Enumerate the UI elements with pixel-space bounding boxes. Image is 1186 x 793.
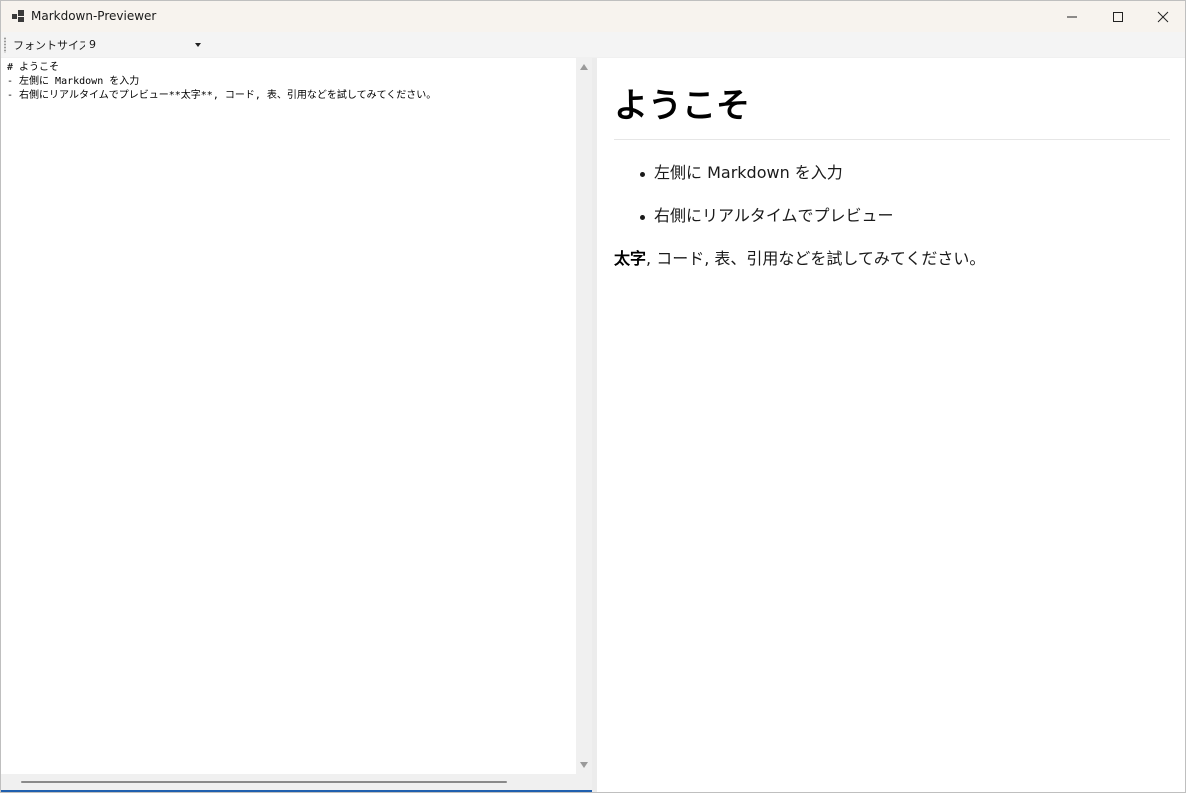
bullet-icon xyxy=(640,215,645,220)
editor-line: # ようこそ xyxy=(7,62,60,73)
maximize-icon xyxy=(1113,11,1123,22)
markdown-editor[interactable]: # ようこそ - 左側に Markdown を入力 - 右側にリアルタイムでプレ… xyxy=(1,58,592,792)
preview-heading: ようこそ xyxy=(614,86,750,126)
bold-text: 太字 xyxy=(614,249,647,268)
list-item-text: 左側に Markdown を入力 xyxy=(654,163,843,182)
minimize-icon xyxy=(1067,16,1077,17)
close-button[interactable] xyxy=(1140,1,1185,32)
preview-paragraph: 太字, コード, 表、引用などを試してみてください。 xyxy=(614,248,985,270)
editor-line: - 右側にリアルタイムでプレビュー**太字**, コード, 表、引用などを試して… xyxy=(7,90,437,101)
font-size-value: 9 xyxy=(89,38,96,51)
toolbar: フォントサイズ: 9 xyxy=(1,32,1185,57)
close-icon xyxy=(1157,11,1169,22)
title-bar[interactable]: Markdown-Previewer xyxy=(1,1,1185,32)
font-size-label: フォントサイズ: xyxy=(13,39,94,52)
list-item-text: 右側にリアルタイムでプレビュー xyxy=(654,206,894,225)
list-item: 左側に Markdown を入力 xyxy=(614,162,894,205)
paragraph-text: , コード, 表、引用などを試してみてください。 xyxy=(646,249,986,268)
minimize-button[interactable] xyxy=(1049,1,1095,32)
heading-divider xyxy=(614,139,1170,140)
font-size-dropdown[interactable]: 9 xyxy=(85,35,205,54)
horizontal-scroll-thumb[interactable] xyxy=(21,781,507,783)
markdown-preview: ようこそ 左側に Markdown を入力 右側にリアルタイムでプレビュー 太字… xyxy=(597,58,1185,792)
app-window: Markdown-Previewer フォントサイズ: 9 # ようこそ - 左… xyxy=(0,0,1186,793)
app-icon xyxy=(12,10,24,22)
list-item: 右側にリアルタイムでプレビュー xyxy=(614,205,894,248)
bullet-icon xyxy=(640,172,645,177)
editor-vertical-scrollbar[interactable] xyxy=(576,58,592,774)
preview-list: 左側に Markdown を入力 右側にリアルタイムでプレビュー xyxy=(614,162,894,248)
dropdown-arrow-icon[interactable] xyxy=(195,43,201,47)
window-title: Markdown-Previewer xyxy=(31,9,157,23)
toolbar-grip[interactable] xyxy=(4,37,6,53)
maximize-button[interactable] xyxy=(1095,1,1141,32)
scroll-down-arrow-icon[interactable] xyxy=(580,762,588,768)
editor-horizontal-scrollbar[interactable] xyxy=(1,774,592,790)
scroll-up-arrow-icon[interactable] xyxy=(580,64,588,70)
editor-line: - 左側に Markdown を入力 xyxy=(7,76,140,87)
editor-content[interactable]: # ようこそ - 左側に Markdown を入力 - 右側にリアルタイムでプレ… xyxy=(7,61,436,103)
